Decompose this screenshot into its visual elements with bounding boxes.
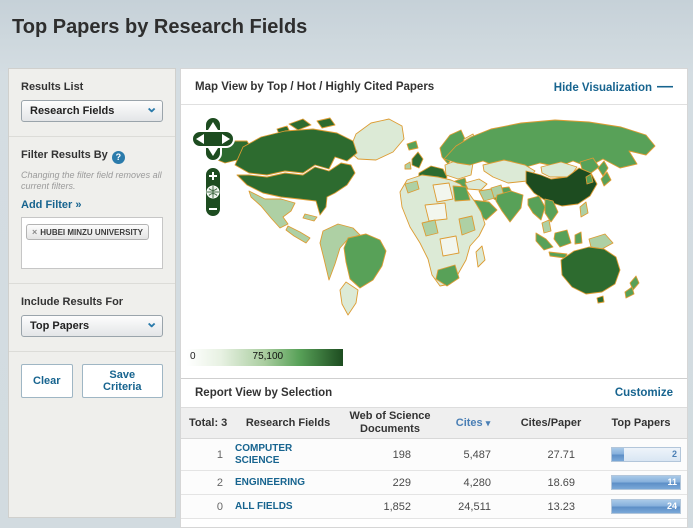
clear-button[interactable]: Clear xyxy=(21,363,73,398)
research-field-link[interactable]: COMPUTER SCIENCE xyxy=(235,443,327,466)
top-papers-value: 11 xyxy=(667,477,677,487)
table-row: 2 ENGINEERING 229 4,280 18.69 11 xyxy=(181,471,687,495)
criteria-buttons-section: Clear Save Criteria xyxy=(9,352,175,412)
help-icon[interactable]: ? xyxy=(111,150,125,164)
cites-cell: 24,511 xyxy=(458,500,491,513)
filter-section: Filter Results By? Changing the filter f… xyxy=(9,137,175,284)
country-brazil xyxy=(343,233,387,289)
collapse-icon[interactable]: — xyxy=(657,78,673,95)
add-filter-link[interactable]: Add Filter » xyxy=(21,199,82,211)
table-row: 0 ALL FIELDS 1,852 24,511 13.23 24 xyxy=(181,495,687,519)
save-criteria-button[interactable]: Save Criteria xyxy=(81,363,163,398)
map-title: Map View by Top / Hot / Highly Cited Pap… xyxy=(195,80,435,93)
cites-cell: 4,280 xyxy=(463,476,491,489)
table-row: 1 COMPUTER SCIENCE 198 5,487 27.71 2 xyxy=(181,439,687,471)
sort-descending-icon: ▾ xyxy=(485,417,491,428)
top-papers-bar: 11 xyxy=(611,475,681,490)
research-field-link[interactable]: ENGINEERING xyxy=(235,477,327,489)
country-greenland xyxy=(348,118,405,161)
include-results-select[interactable]: Top Papers ⌄ xyxy=(21,313,163,337)
legend-min-label: 0 xyxy=(190,351,196,362)
report-title: Report View by Selection xyxy=(195,387,333,399)
country-india xyxy=(495,190,524,223)
column-research-fields[interactable]: Research Fields xyxy=(235,417,341,430)
include-results-value: Top Papers xyxy=(30,319,90,332)
rank-cell: 1 xyxy=(216,448,223,461)
research-field-link[interactable]: ALL FIELDS xyxy=(235,501,327,513)
filter-tag-label: HUBEI MINZU UNIVERSITY xyxy=(40,227,143,237)
cites-per-paper-cell: 18.69 xyxy=(547,476,575,489)
cites-cell: 5,487 xyxy=(463,448,491,461)
report-header: Report View by Selection Customize xyxy=(181,378,687,407)
column-cites-per-paper[interactable]: Cites/Paper xyxy=(507,417,595,430)
map-view: 0 75,100 xyxy=(181,105,687,378)
cites-per-paper-cell: 13.23 xyxy=(547,500,575,513)
chevron-down-icon: ⌄ xyxy=(145,99,158,116)
country-uk xyxy=(411,151,424,169)
results-list-select[interactable]: Research Fields ⌄ xyxy=(21,100,163,122)
map-header: Map View by Top / Hot / Highly Cited Pap… xyxy=(181,69,687,105)
map-legend: 0 75,100 xyxy=(187,349,343,366)
cites-per-paper-cell: 27.71 xyxy=(547,448,575,461)
rank-cell: 0 xyxy=(216,500,223,513)
report-table-head: Total: 3 Research Fields Web of Science … xyxy=(181,407,687,439)
report-table-body: 1 COMPUTER SCIENCE 198 5,487 27.71 2 2 ENGINEER… xyxy=(181,439,687,519)
filter-results-label: Filter Results By? xyxy=(21,149,163,164)
customize-link[interactable]: Customize xyxy=(615,387,673,399)
include-results-section: Include Results For Top Papers ⌄ xyxy=(9,284,175,352)
results-list-section: Results List Research Fields ⌄ xyxy=(9,69,175,137)
sidebar: Results List Research Fields ⌄ Filter Re… xyxy=(8,68,176,518)
include-results-label: Include Results For xyxy=(21,295,124,308)
total-count: Total: 3 xyxy=(189,416,228,429)
results-list-label: Results List xyxy=(21,81,84,93)
top-papers-value: 24 xyxy=(666,501,677,511)
wos-documents-cell: 198 xyxy=(392,448,411,461)
filter-tag[interactable]: × HUBEI MINZU UNIVERSITY xyxy=(26,223,149,240)
results-list-value: Research Fields xyxy=(30,105,115,117)
wos-documents-cell: 1,852 xyxy=(383,500,411,513)
page-title: Top Papers by Research Fields xyxy=(12,16,308,38)
hide-visualization-link[interactable]: Hide Visualization xyxy=(554,82,652,94)
filter-tags-box: × HUBEI MINZU UNIVERSITY xyxy=(21,216,163,269)
map-controls xyxy=(191,116,235,218)
rank-cell: 2 xyxy=(216,476,223,489)
chevron-down-icon: ⌄ xyxy=(145,313,158,331)
top-papers-bar: 2 xyxy=(611,447,681,462)
country-russia xyxy=(443,119,656,169)
country-australia xyxy=(560,246,621,295)
filter-note: Changing the filter field removes all cu… xyxy=(21,169,162,192)
column-wos-documents[interactable]: Web of Science Documents xyxy=(341,410,439,435)
top-papers-bar: 24 xyxy=(611,499,681,514)
legend-max-label: 75,100 xyxy=(252,351,284,362)
remove-filter-icon[interactable]: × xyxy=(32,227,37,237)
top-papers-value: 2 xyxy=(671,449,677,459)
column-cites-sorted[interactable]: Cites ▾ xyxy=(439,417,507,430)
wos-documents-cell: 229 xyxy=(392,476,411,489)
column-top-papers[interactable]: Top Papers xyxy=(595,417,687,430)
country-argentina xyxy=(339,281,359,316)
world-choropleth-map[interactable] xyxy=(189,107,685,345)
main-panel: Map View by Top / Hot / Highly Cited Pap… xyxy=(180,68,688,528)
